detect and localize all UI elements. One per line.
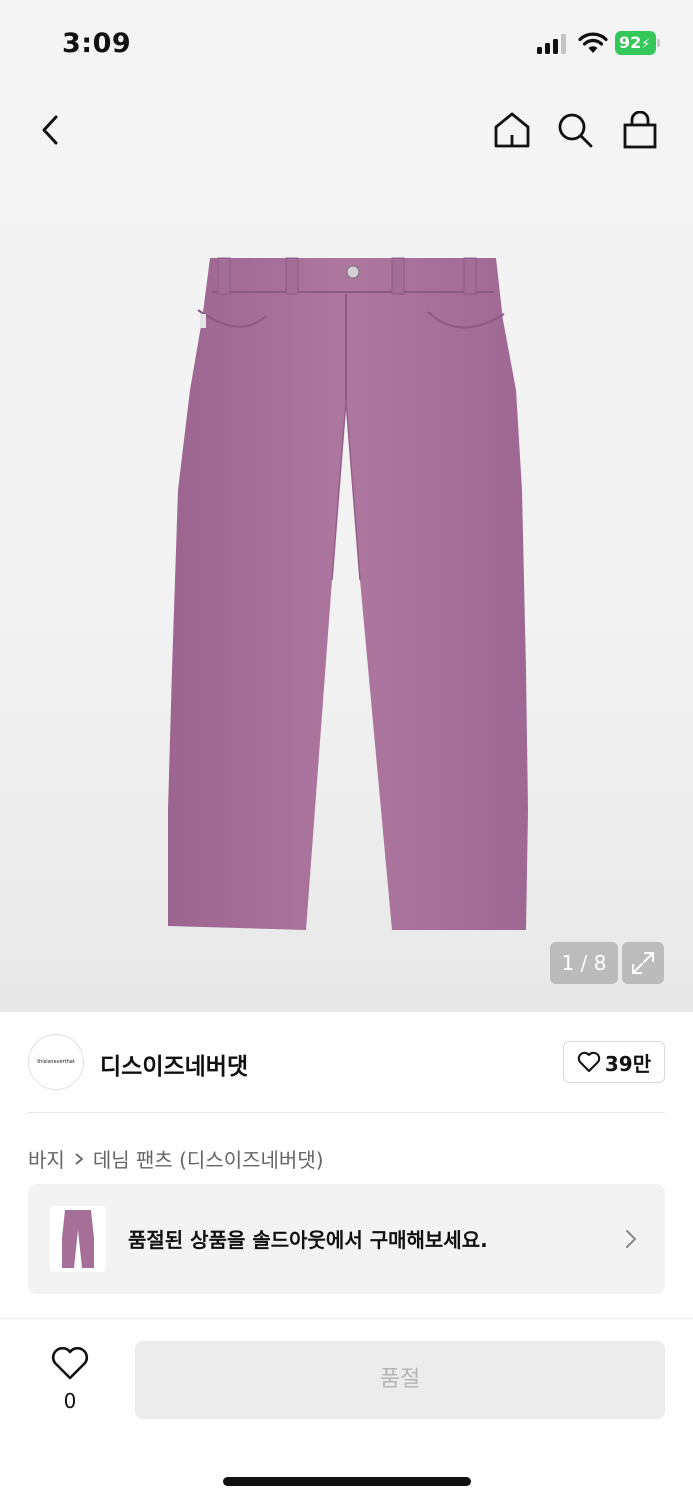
home-indicator bbox=[223, 1477, 471, 1486]
search-icon bbox=[558, 113, 593, 148]
image-counter: 1 / 8 bbox=[550, 942, 618, 984]
home-icon bbox=[494, 112, 530, 148]
brand-logo-text: thisisneverthat bbox=[37, 1059, 75, 1065]
search-button[interactable] bbox=[553, 108, 597, 152]
breadcrumb: 바지 데님 팬츠 (디스이즈네버댓) bbox=[28, 1144, 324, 1173]
brand-logo[interactable]: thisisneverthat bbox=[28, 1034, 84, 1090]
divider bbox=[28, 1112, 665, 1113]
soldout-banner-text: 품절된 상품을 솔드아웃에서 구매해보세요. bbox=[128, 1228, 488, 1252]
heart-icon bbox=[51, 1346, 89, 1380]
back-button[interactable] bbox=[28, 108, 72, 152]
chevron-right-icon bbox=[75, 1152, 84, 1165]
status-time: 3:09 bbox=[62, 28, 132, 59]
cart-button[interactable] bbox=[618, 108, 662, 152]
home-button[interactable] bbox=[490, 108, 534, 152]
wifi-icon bbox=[578, 32, 608, 53]
brand-name[interactable]: 디스이즈네버댓 bbox=[100, 1047, 248, 1081]
product-thumbnail bbox=[50, 1206, 106, 1272]
status-bar: 3:09 92⚡ bbox=[0, 0, 693, 90]
soldout-banner[interactable]: 품절된 상품을 솔드아웃에서 구매해보세요. bbox=[28, 1184, 665, 1294]
brand-row[interactable]: thisisneverthat 디스이즈네버댓 39만 bbox=[28, 1034, 665, 1092]
pants-thumbnail-icon bbox=[62, 1210, 94, 1268]
heart-icon bbox=[577, 1051, 601, 1072]
breadcrumb-category[interactable]: 바지 bbox=[28, 1144, 65, 1173]
battery-level: 92 bbox=[619, 33, 642, 52]
cellular-signal-icon bbox=[537, 34, 566, 54]
chevron-right-icon bbox=[626, 1230, 637, 1248]
soldout-buy-button[interactable]: 품절 bbox=[135, 1341, 665, 1419]
expand-image-button[interactable] bbox=[622, 942, 664, 984]
top-nav bbox=[0, 100, 693, 160]
breadcrumb-subcategory[interactable]: 데님 팬츠 (디스이즈네버댓) bbox=[93, 1144, 324, 1173]
chevron-left-icon bbox=[42, 115, 58, 145]
wish-count: 0 bbox=[63, 1389, 77, 1413]
battery-indicator: 92⚡ bbox=[615, 31, 661, 55]
expand-icon bbox=[632, 952, 654, 974]
shopping-bag-icon bbox=[623, 111, 657, 149]
brand-like-count: 39만 bbox=[604, 1051, 652, 1076]
product-image-pants[interactable] bbox=[160, 250, 540, 940]
charging-bolt-icon: ⚡ bbox=[641, 37, 651, 52]
wish-button[interactable]: 0 bbox=[40, 1346, 100, 1427]
product-gallery[interactable]: 3:09 92⚡ 1 / 8 bbox=[0, 0, 693, 1012]
brand-like-button[interactable]: 39만 bbox=[563, 1041, 665, 1083]
bottom-bar: 0 품절 bbox=[0, 1318, 693, 1500]
